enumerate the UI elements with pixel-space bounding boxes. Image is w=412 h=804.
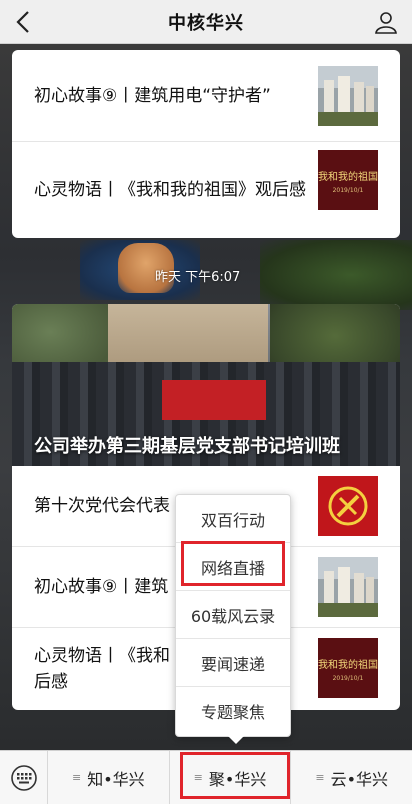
user-profile-icon[interactable] [374, 10, 398, 34]
submenu-item-shuangbai[interactable]: 双百行动 [176, 495, 290, 543]
movie-poster-thumbnail: 我和我的祖国 2019/10/1 [318, 150, 378, 210]
article-title: 心灵物语丨《我和我的祖国》观后感 [34, 180, 306, 200]
highlight-box-tab [180, 752, 290, 799]
tab-label: 知•华兴 [87, 769, 145, 789]
article-title-continuation: 后感 [34, 671, 68, 692]
poster-date-text: 2019/10/1 [333, 187, 364, 194]
hero-caption: 公司举办第三期基层党支部书记培训班 [34, 436, 340, 457]
menu-lines-icon: ≡ [315, 771, 325, 784]
submenu-popup: 双百行动 网络直播 60载风云录 要闻速递 专题聚焦 [175, 494, 291, 744]
building-thumbnail [318, 557, 378, 617]
tab-zhi-huaxing[interactable]: ≡ 知•华兴 [48, 750, 170, 804]
poster-title-text: 我和我的祖国 [318, 170, 378, 183]
poster-title-text: 我和我的祖国 [318, 658, 378, 671]
background-foliage [260, 240, 412, 310]
building-thumbnail [318, 66, 378, 126]
popup-pointer-arrow [228, 736, 244, 744]
article-card: 初心故事⑨丨建筑用电“守护者” 心灵物语丨《我和我的祖国》观后感 我和我的祖国 … [12, 50, 400, 238]
tab-yun-huaxing[interactable]: ≡ 云•华兴 [291, 751, 412, 804]
poster-date-text: 2019/10/1 [333, 675, 364, 682]
message-timestamp: 昨天 下午6:07 [155, 270, 241, 285]
article-title: 心灵物语丨《我和 [34, 645, 170, 666]
page-title: 中核华兴 [168, 12, 244, 34]
submenu-item-news-express[interactable]: 要闻速递 [176, 639, 290, 687]
hero-article[interactable]: 公司举办第三期基层党支部书记培训班 [12, 304, 400, 466]
party-emblem-thumbnail [318, 476, 378, 536]
back-arrow-icon[interactable] [12, 8, 36, 36]
hero-red-banner [162, 380, 266, 420]
menu-lines-icon: ≡ [72, 771, 82, 784]
tab-label: 云•华兴 [330, 769, 389, 789]
highlight-box-menu-item [181, 541, 285, 586]
submenu-item-60-years[interactable]: 60载风云录 [176, 591, 290, 639]
submenu-item-topic-focus[interactable]: 专题聚焦 [176, 687, 290, 735]
article-list-item[interactable]: 初心故事⑨丨建筑用电“守护者” [12, 50, 400, 142]
keyboard-toggle-button[interactable] [0, 750, 48, 804]
top-navigation-bar: 中核华兴 [0, 0, 412, 44]
article-title: 初心故事⑨丨建筑用电“守护者” [34, 85, 271, 106]
movie-poster-thumbnail: 我和我的祖国 2019/10/1 [318, 638, 378, 698]
article-list-item[interactable]: 心灵物语丨《我和我的祖国》观后感 我和我的祖国 2019/10/1 [12, 142, 400, 238]
keyboard-icon [10, 764, 37, 791]
